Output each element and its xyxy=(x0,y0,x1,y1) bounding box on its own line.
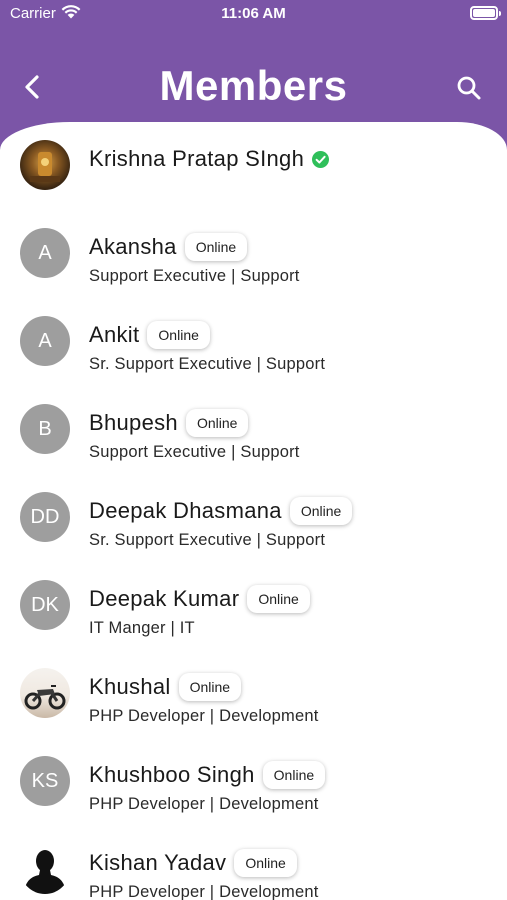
online-status-badge: Online xyxy=(247,585,310,613)
online-status-badge: Online xyxy=(178,673,242,701)
member-role: PHP Developer | Development xyxy=(89,707,319,725)
shrine-photo xyxy=(30,152,60,182)
member-name: Kishan Yadav xyxy=(89,850,227,875)
member-avatar xyxy=(20,668,70,718)
member-list: Krishna Pratap SIngh A Akansha Online Suppor… xyxy=(0,126,507,900)
member-row[interactable]: DD Deepak Dhasmana Online Sr. Support Execu… xyxy=(0,478,507,566)
member-role: Support Executive | Support xyxy=(89,267,300,285)
member-avatar xyxy=(20,844,70,894)
member-row[interactable]: Khushal Online PHP Developer | Development xyxy=(0,654,507,742)
member-role: PHP Developer | Development xyxy=(89,883,319,900)
member-avatar: KS xyxy=(20,756,70,806)
user-silhouette-icon xyxy=(24,850,66,894)
member-row[interactable]: KS Khushboo Singh Online PHP Developer | De… xyxy=(0,742,507,830)
member-name-line: Khushboo Singh Online xyxy=(89,758,326,792)
member-role: Sr. Support Executive | Support xyxy=(89,531,326,549)
online-status-badge: Online xyxy=(234,849,297,877)
member-role: IT Manger | IT xyxy=(89,619,195,637)
online-status-badge: Online xyxy=(289,497,353,525)
verified-check-icon xyxy=(312,150,330,168)
member-row[interactable]: Kishan Yadav Online PHP Developer | Develo… xyxy=(0,830,507,900)
member-name: Deepak Dhasmana xyxy=(89,498,282,523)
member-name: Khushal xyxy=(89,674,171,699)
member-name-line: Khushal Online xyxy=(89,670,242,704)
member-name-line: Kishan Yadav Online xyxy=(89,846,297,880)
status-time: 11:06 AM xyxy=(221,5,286,22)
member-avatar: B xyxy=(20,404,70,454)
member-row[interactable]: A Ankit Online Sr. Support Executive | Supp… xyxy=(0,302,507,390)
status-bar: Carrier 11:06 AM xyxy=(0,0,507,28)
member-avatar: A xyxy=(20,228,70,278)
online-status-badge: Online xyxy=(184,233,248,261)
motorcycle-photo xyxy=(24,685,66,710)
member-avatar: DK xyxy=(20,580,70,630)
member-row[interactable]: Krishna Pratap SIngh xyxy=(0,126,507,214)
member-name-line: Krishna Pratap SIngh xyxy=(89,142,330,176)
member-role: Support Executive | Support xyxy=(89,443,300,461)
battery-icon xyxy=(470,6,501,20)
member-name: Akansha xyxy=(89,234,177,259)
member-name: Bhupesh xyxy=(89,410,178,435)
member-row[interactable]: DK Deepak Kumar Online IT Manger | IT xyxy=(0,566,507,654)
member-avatar: A xyxy=(20,316,70,366)
member-role: Sr. Support Executive | Support xyxy=(89,355,326,373)
search-button[interactable] xyxy=(455,74,483,102)
member-name-line: Ankit Online xyxy=(89,318,210,352)
online-status-badge: Online xyxy=(147,321,210,349)
member-name-line: Deepak Kumar Online xyxy=(89,582,310,616)
member-role: PHP Developer | Development xyxy=(89,795,319,813)
member-name: Ankit xyxy=(89,322,140,347)
member-avatar: DD xyxy=(20,492,70,542)
member-name: Deepak Kumar xyxy=(89,586,240,611)
member-name-line: Bhupesh Online xyxy=(89,406,249,440)
member-avatar xyxy=(20,140,70,190)
member-name: Khushboo Singh xyxy=(89,762,255,787)
member-name-line: Akansha Online xyxy=(89,230,248,264)
online-status-badge: Online xyxy=(262,761,326,789)
member-name-line: Deepak Dhasmana Online xyxy=(89,494,353,528)
page-title: Members xyxy=(159,62,348,109)
online-status-badge: Online xyxy=(185,409,249,437)
member-name: Krishna Pratap SIngh xyxy=(89,146,305,171)
member-row[interactable]: A Akansha Online Support Executive | Suppor… xyxy=(0,214,507,302)
member-row[interactable]: B Bhupesh Online Support Executive | Suppor… xyxy=(0,390,507,478)
